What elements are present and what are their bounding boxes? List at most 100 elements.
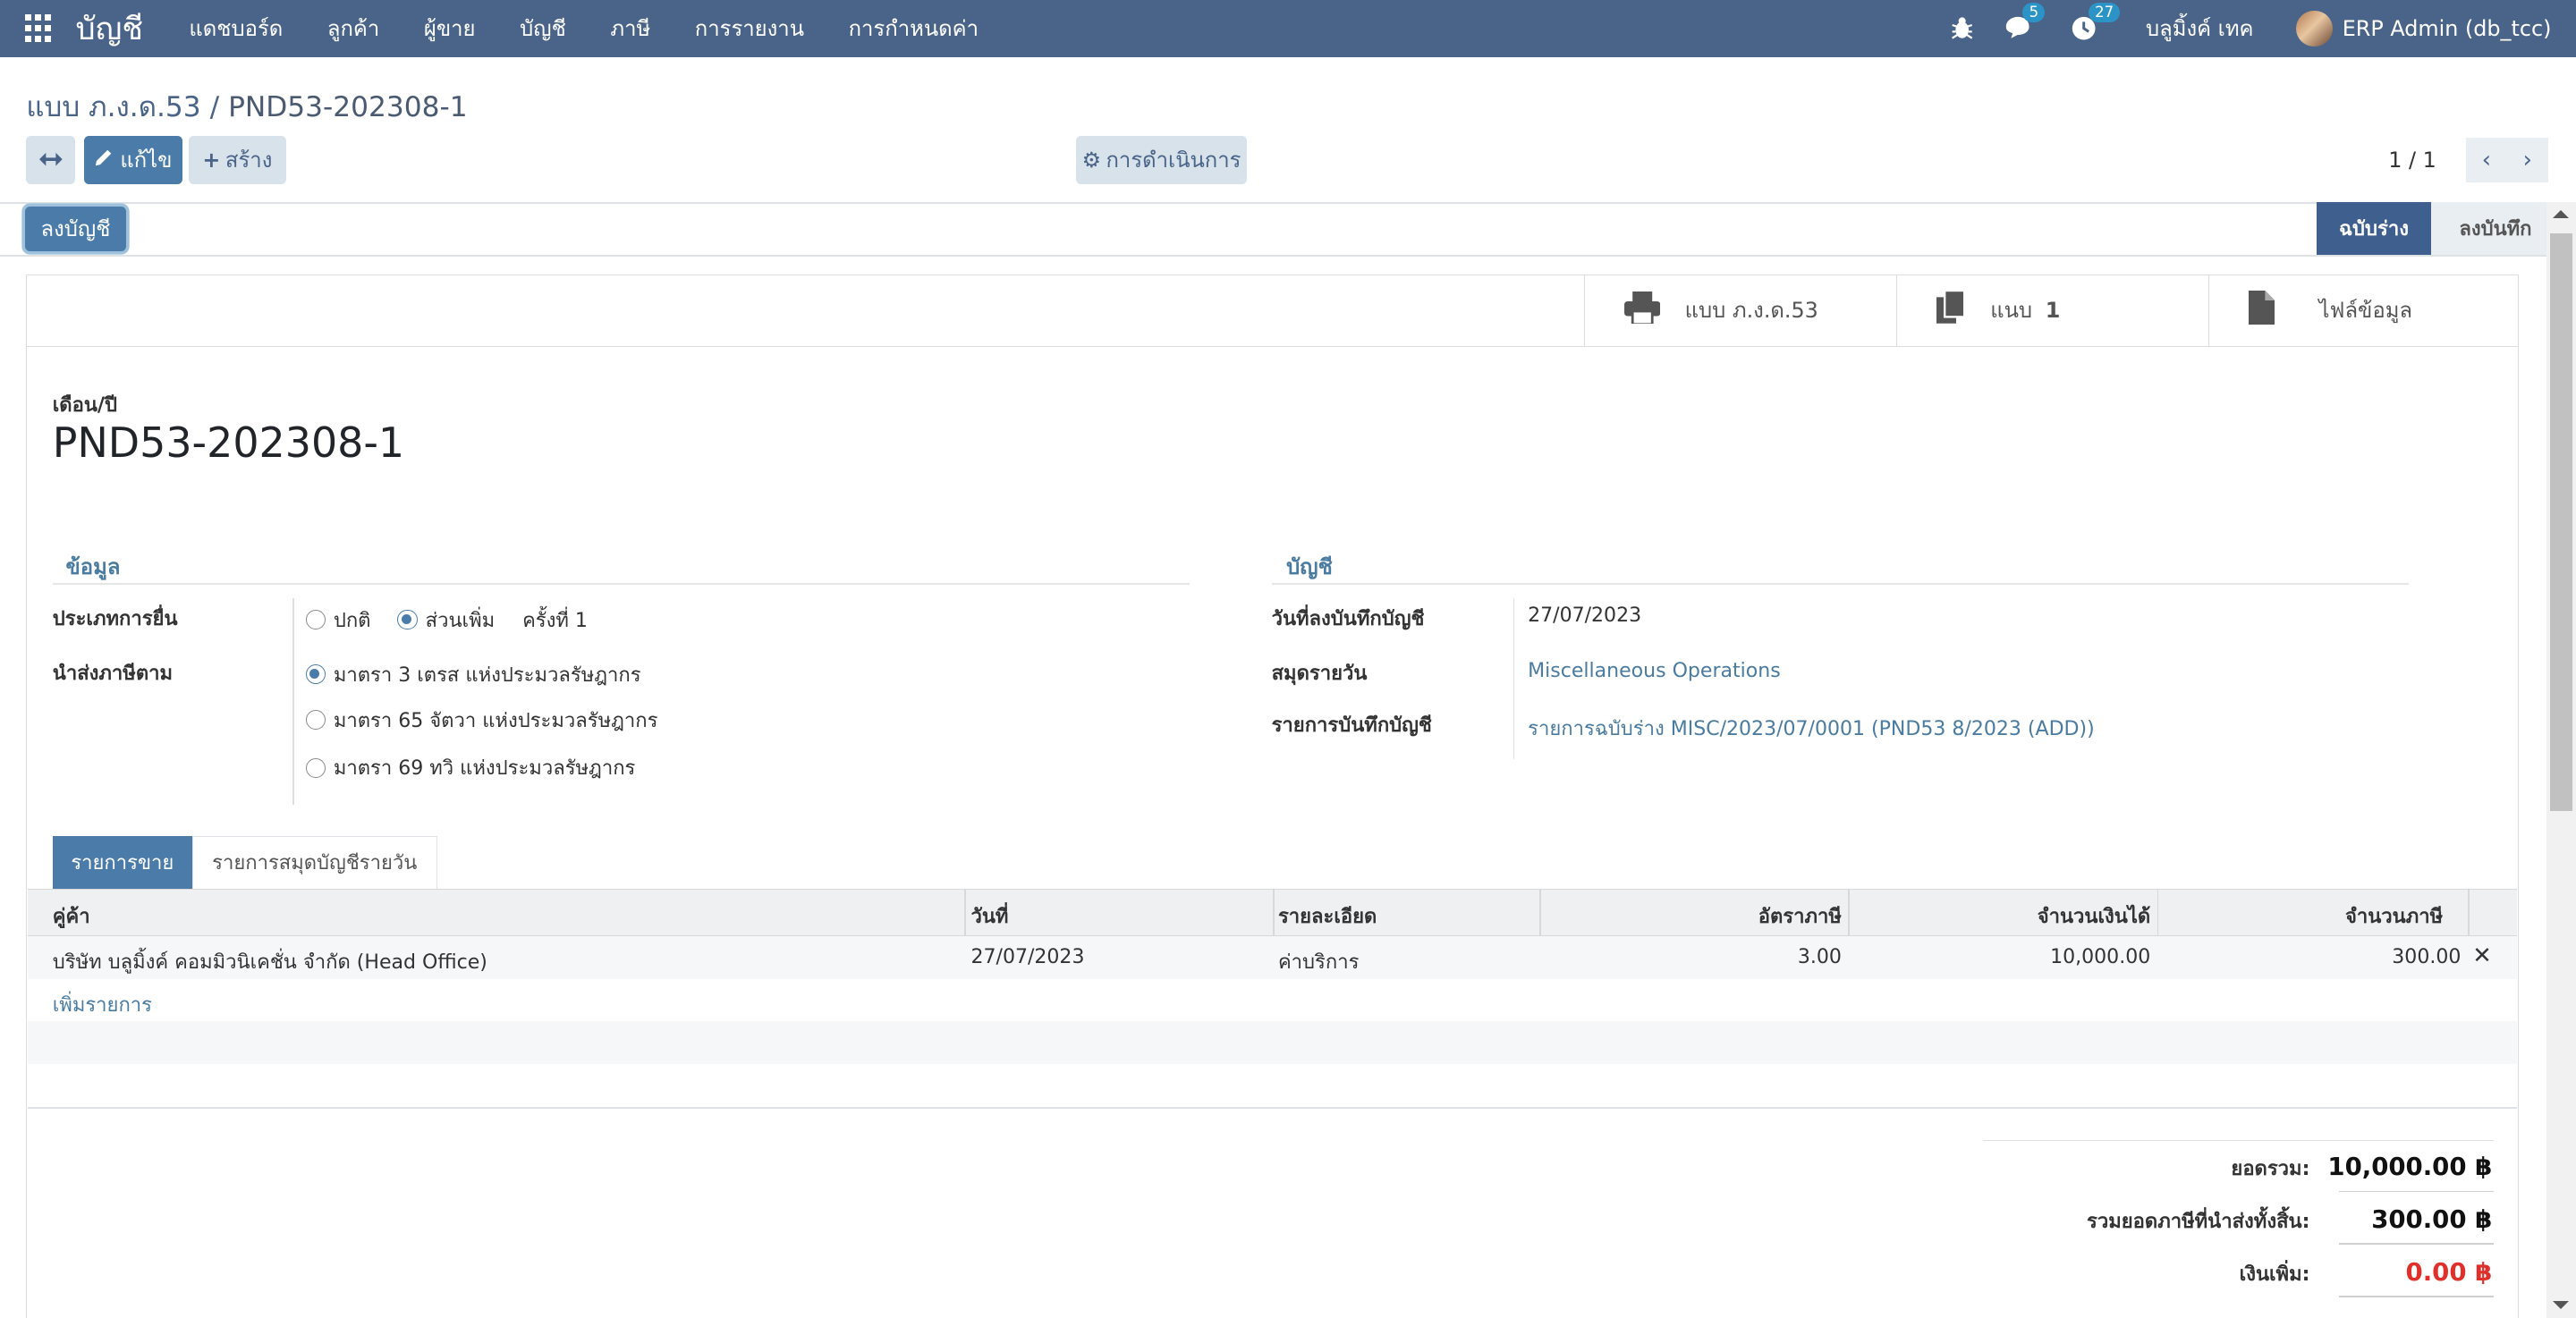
column-income[interactable]: จำนวนเงินได้ — [2038, 900, 2151, 932]
column-tax-rate[interactable]: อัตราภาษี — [1758, 900, 1842, 932]
tax-basis-label: นำส่งภาษีตาม — [52, 662, 174, 685]
stage-posted[interactable]: ลงบันทึก — [2431, 201, 2546, 255]
breadcrumb: แบบ ภ.ง.ด.53 / PND53-202308-1 — [26, 84, 467, 129]
tax-total-value: 300.00 ฿ — [2371, 1205, 2493, 1235]
accounting-date-value[interactable]: 27/07/2023 — [1528, 604, 1641, 627]
menu-accounting[interactable]: บัญชี — [520, 12, 566, 46]
tax-total-label: รวมยอดภาษีที่นำส่งทั้งสิ้น: — [2087, 1211, 2310, 1234]
total-label: ยอดรวม: — [2231, 1158, 2310, 1181]
post-button[interactable]: ลงบัญชี — [24, 207, 127, 251]
surcharge-underline — [2339, 1296, 2495, 1297]
pager-previous-button[interactable]: ‹ — [2465, 138, 2507, 182]
info-group-title: ข้อมูล — [65, 554, 121, 580]
cell-tax-amount[interactable]: 300.00 — [2392, 946, 2461, 968]
menu-customers[interactable]: ลูกค้า — [327, 12, 379, 46]
scrollbar-thumb[interactable] — [2549, 232, 2573, 812]
chat-badge: 5 — [2022, 2, 2046, 22]
attachment-button[interactable]: แนบ 1 — [1895, 274, 2208, 347]
user-menu[interactable]: ERP Admin (db_tcc) — [2343, 16, 2552, 41]
total-underline — [2339, 1190, 2495, 1193]
surcharge-value: 0.00 ฿ — [2405, 1257, 2493, 1287]
info-field-separator — [292, 597, 294, 805]
menu-configuration[interactable]: การกำหนดค่า — [849, 12, 979, 46]
menu-vendors[interactable]: ผู้ขาย — [424, 12, 476, 46]
filing-normal-radio[interactable]: ปกติ — [305, 604, 370, 636]
edit-button[interactable]: แก้ไข — [83, 136, 182, 184]
accounting-date-label: วันที่ลงบันทึกบัญชี — [1271, 608, 1425, 631]
scroll-up-arrow-icon[interactable] — [2553, 210, 2570, 219]
column-separator — [1273, 888, 1275, 936]
cell-date[interactable]: 27/07/2023 — [970, 946, 1084, 968]
chat-icon[interactable]: 5 — [2004, 2, 2046, 41]
empty-row — [28, 1021, 2517, 1065]
menu-dashboard[interactable]: แดชบอร์ด — [189, 12, 283, 46]
add-line-link[interactable]: เพิ่มรายการ — [53, 989, 152, 1020]
pager-next-button[interactable]: › — [2506, 138, 2548, 182]
pager-counter[interactable]: 1 / 1 — [2388, 148, 2436, 173]
filing-additional-radio[interactable]: ส่วนเพิ่ม — [397, 604, 495, 636]
journal-entry-link[interactable]: รายการฉบับร่าง MISC/2023/07/0001 (PND53 … — [1528, 713, 2095, 744]
column-description[interactable]: รายละเอียด — [1278, 900, 1377, 932]
column-date[interactable]: วันที่ — [970, 900, 1008, 932]
activity-clock-icon[interactable]: 27 — [2071, 2, 2121, 41]
app-name[interactable]: บัญชี — [75, 4, 143, 54]
company-switcher[interactable]: บลูมิ้งค์ เทค — [2146, 12, 2254, 46]
copy-files-icon — [1936, 289, 1966, 331]
tax-basis-69-label: มาตรา 69 ทวิ แห่งประมวลรัษฎากร — [333, 757, 636, 781]
cell-description[interactable]: ค่าบริการ — [1278, 946, 1359, 977]
total-value: 10,000.00 ฿ — [2327, 1153, 2493, 1182]
period-value: PND53-202308-1 — [52, 418, 405, 468]
column-separator — [2157, 888, 2159, 936]
tax-basis-3-tres-radio[interactable]: มาตรา 3 เตรส แห่งประมวลรัษฎากร — [305, 659, 641, 690]
cell-partner[interactable]: บริษัท บลูมิ้งค์ คอมมิวนิเคชั่น จำกัด (H… — [53, 946, 487, 977]
gear-icon: ⚙ — [1081, 148, 1101, 173]
tab-sales-lines[interactable]: รายการขาย — [52, 835, 192, 889]
tax-basis-69-radio[interactable]: มาตรา 69 ทวิ แห่งประมวลรัษฎากร — [305, 752, 636, 783]
account-group-line — [1271, 583, 2409, 585]
create-button[interactable]: + สร้าง — [189, 136, 286, 184]
filing-additional-label: ส่วนเพิ่ม — [425, 609, 496, 632]
create-label: สร้าง — [225, 148, 273, 173]
scroll-down-arrow-icon[interactable] — [2553, 1300, 2570, 1309]
top-navbar: บัญชี แดชบอร์ด ลูกค้า ผู้ขาย บัญชี ภาษี … — [0, 0, 2576, 58]
table-bottom-line — [28, 1106, 2517, 1109]
filing-type-label: ประเภทการยื่น — [52, 608, 178, 631]
stage-draft[interactable]: ฉบับร่าง — [2316, 201, 2448, 255]
data-file-button[interactable]: ไฟล์ข้อมูล — [2207, 274, 2519, 347]
column-separator — [2467, 888, 2470, 936]
column-tax-amount[interactable]: จำนวนภาษี — [2345, 900, 2443, 932]
activity-badge: 27 — [2088, 2, 2121, 22]
data-file-label: ไฟล์ข้อมูล — [2318, 298, 2413, 324]
column-separator — [1848, 888, 1851, 936]
column-separator — [1538, 888, 1541, 936]
bug-icon[interactable] — [1949, 15, 1975, 41]
cell-tax-rate[interactable]: 3.00 — [1798, 946, 1842, 968]
arrows-horizontal-icon — [39, 148, 63, 173]
chevron-right-icon: › — [2522, 147, 2532, 174]
radio-circle-selected — [397, 610, 418, 630]
plus-icon: + — [202, 148, 221, 173]
cell-income[interactable]: 10,000.00 — [2050, 946, 2150, 968]
menu-tax[interactable]: ภาษี — [610, 12, 650, 46]
tax-basis-3-tres-label: มาตรา 3 เตรส แห่งประมวลรัษฎากร — [333, 663, 641, 687]
tab-journal-items[interactable]: รายการสมุดบัญชีรายวัน — [191, 835, 437, 889]
totals-top-line — [1982, 1139, 2495, 1142]
edit-label: แก้ไข — [120, 148, 173, 173]
action-button[interactable]: ⚙ การดำเนินการ — [1076, 136, 1248, 184]
journal-link[interactable]: Miscellaneous Operations — [1528, 660, 1781, 682]
print-form-button[interactable]: แบบ ภ.ง.ด.53 — [1583, 274, 1896, 347]
user-avatar[interactable] — [2296, 10, 2333, 47]
filing-round[interactable]: ครั้งที่ 1 — [522, 604, 588, 636]
column-partner[interactable]: คู่ค้า — [53, 900, 90, 932]
tax-total-underline — [2339, 1243, 2495, 1246]
expand-button[interactable] — [26, 136, 76, 184]
file-icon — [2248, 290, 2275, 331]
apps-menu-icon[interactable] — [24, 13, 55, 44]
menu-reporting[interactable]: การรายงาน — [695, 12, 804, 46]
delete-row-icon[interactable]: ✕ — [2472, 942, 2492, 969]
tax-basis-65-label: มาตรา 65 จัตวา แห่งประมวลรัษฎากร — [333, 709, 658, 732]
breadcrumb-separator: / — [209, 90, 220, 123]
breadcrumb-parent[interactable]: แบบ ภ.ง.ด.53 — [26, 91, 200, 123]
tax-basis-65-radio[interactable]: มาตรา 65 จัตวา แห่งประมวลรัษฎากร — [305, 705, 658, 736]
print-form-label: แบบ ภ.ง.ด.53 — [1684, 298, 1818, 324]
